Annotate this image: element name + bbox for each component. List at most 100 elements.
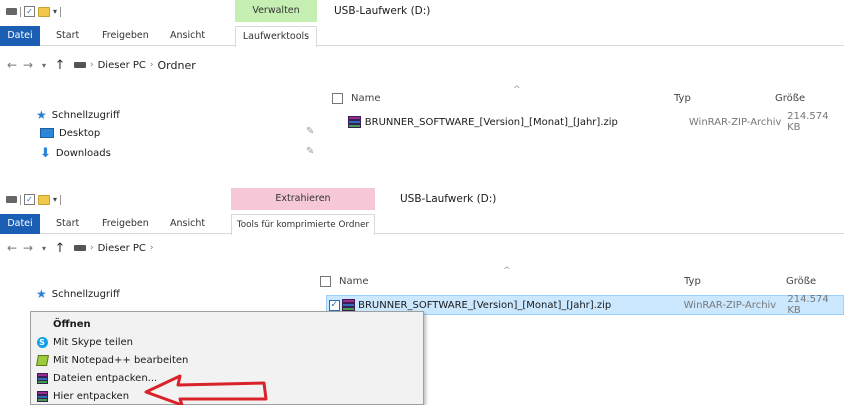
back-arrow-icon[interactable]: ← [4,241,20,255]
column-header-size[interactable]: Größe [786,272,816,290]
ribbon-tabs: Datei Start Freigeben Ansicht Tools für … [0,214,844,235]
icon-slot: S [31,336,53,348]
breadcrumb-item[interactable]: Dieser PC [98,243,146,254]
skype-icon: S [36,336,48,348]
row-checkbox[interactable] [329,299,340,311]
tab-ansicht[interactable]: Ansicht [164,214,211,234]
star-icon: ★ [36,108,47,122]
column-header-size[interactable]: Größe [775,89,805,107]
title-bar: ✓ ▾ Extrahieren USB-Laufwerk (D:) [0,188,844,214]
customize-dropdown-icon[interactable]: ▾ [53,195,57,204]
download-arrow-icon: ⬇ [40,145,51,161]
breadcrumb-separator-icon: › [90,243,94,253]
column-header-label: Name [339,275,369,287]
window-title: USB-Laufwerk (D:) [400,193,497,205]
back-arrow-icon[interactable]: ← [4,58,20,72]
explorer-window-top: ✓ ▾ Verwalten USB-Laufwerk (D:) Datei St… [0,0,844,180]
icon-slot [31,390,53,402]
tab-laufwerktools[interactable]: Laufwerktools [235,26,317,47]
menu-item-notepad-bearbeiten[interactable]: Mit Notepad++ bearbeiten [31,351,423,369]
nav-item-schnellzugriff[interactable]: ★ Schnellzugriff [36,286,120,302]
file-list: ^ Name Typ Größe BRUNNER_SOFTWARE_[Versi… [320,85,844,165]
quick-access-toolbar: ✓ ▾ [6,194,62,205]
winrar-icon [36,372,48,384]
file-name: BRUNNER_SOFTWARE_[Version]_[Monat]_[Jahr… [364,116,618,128]
nav-item-schnellzugriff[interactable]: ★ Schnellzugriff [36,107,120,123]
breadcrumb[interactable]: › Dieser PC › Ordner [74,59,196,72]
notepad-plus-plus-icon [35,354,49,366]
drive-icon [6,196,17,203]
separator [20,194,21,205]
file-row[interactable]: BRUNNER_SOFTWARE_[Version]_[Monat]_[Jahr… [348,111,844,133]
ribbon-tabs: Datei Start Freigeben Ansicht Laufwerkto… [0,26,844,47]
winrar-icon [348,115,361,129]
recent-chevron-icon[interactable]: ▾ [36,61,52,70]
pin-icon[interactable]: ✎ [306,146,314,157]
tab-start[interactable]: Start [50,26,85,46]
menu-item-oeffnen[interactable]: Öffnen [31,315,423,333]
drive-icon [6,8,17,15]
pc-icon [74,245,86,251]
select-all-checkbox[interactable] [320,275,331,287]
forward-arrow-icon[interactable]: → [20,241,36,255]
nav-item-label: Schnellzugriff [51,109,120,121]
column-header-name[interactable]: Name [320,272,369,290]
column-header-name[interactable]: Name [332,89,381,107]
menu-item-label: Hier entpacken [53,390,130,402]
properties-checkbox-icon[interactable]: ✓ [24,6,35,17]
navigation-pane: ★ Schnellzugriff Desktop ✎ ⬇ Downloads ✎ [0,95,320,180]
tab-tools-komprimierte-ordner[interactable]: Tools für komprimierte Ordner [231,214,375,235]
up-arrow-icon[interactable]: ↑ [52,241,68,256]
tab-datei[interactable]: Datei [0,26,40,46]
properties-checkbox-icon[interactable]: ✓ [24,194,35,205]
tab-freigeben[interactable]: Freigeben [96,214,155,234]
menu-item-skype-teilen[interactable]: S Mit Skype teilen [31,333,423,351]
file-type: WinRAR-ZIP-Archiv [683,299,777,311]
nav-item-label: Downloads [55,147,111,159]
menu-item-label: Öffnen [53,318,91,330]
breadcrumb-separator-icon: › [90,60,94,70]
up-arrow-icon[interactable]: ↑ [52,58,68,73]
context-tab-header[interactable]: Extrahieren [231,188,375,210]
new-folder-icon[interactable] [38,6,50,17]
annotation-arrow-icon [144,374,268,405]
column-header-type[interactable]: Typ [684,272,701,290]
separator [60,6,62,17]
context-tab-header[interactable]: Verwalten [235,0,317,22]
breadcrumb-separator-icon: › [149,60,154,70]
desktop-icon [40,128,54,138]
sort-indicator-icon: ^ [513,85,521,95]
tab-start[interactable]: Start [50,214,85,234]
breadcrumb-item[interactable]: Ordner [158,59,196,72]
customize-dropdown-icon[interactable]: ▾ [53,7,57,16]
recent-chevron-icon[interactable]: ▾ [36,244,52,253]
icon-slot [31,372,53,384]
nav-item-downloads[interactable]: ⬇ Downloads [40,145,111,161]
select-all-checkbox[interactable] [332,92,343,104]
star-icon: ★ [36,287,47,301]
tab-freigeben[interactable]: Freigeben [96,26,155,46]
nav-item-label: Desktop [59,127,101,139]
quick-access-toolbar: ✓ ▾ [6,6,62,17]
tab-ansicht[interactable]: Ansicht [164,26,211,46]
column-header-type[interactable]: Typ [674,89,691,107]
file-size: 214.574 KB [787,294,829,316]
window-title: USB-Laufwerk (D:) [334,5,431,17]
tab-datei[interactable]: Datei [0,214,40,234]
file-type: WinRAR-ZIP-Archiv [688,116,782,128]
pin-icon[interactable]: ✎ [306,126,314,137]
new-folder-icon[interactable] [38,194,50,205]
pc-icon [74,62,86,68]
winrar-icon [341,298,355,312]
breadcrumb-item[interactable]: Dieser PC [98,60,146,71]
forward-arrow-icon[interactable]: → [20,58,36,72]
address-row: ← → ▾ ↑ › Dieser PC › Ordner [0,53,844,77]
breadcrumb[interactable]: › Dieser PC › [74,243,154,254]
nav-item-label: Schnellzugriff [51,288,120,300]
file-name: BRUNNER_SOFTWARE_[Version]_[Monat]_[Jahr… [358,299,612,311]
nav-item-desktop[interactable]: Desktop [40,125,100,141]
winrar-icon [36,390,48,402]
menu-item-label: Mit Notepad++ bearbeiten [53,354,189,366]
column-header-label: Name [351,92,381,104]
separator [60,194,62,205]
